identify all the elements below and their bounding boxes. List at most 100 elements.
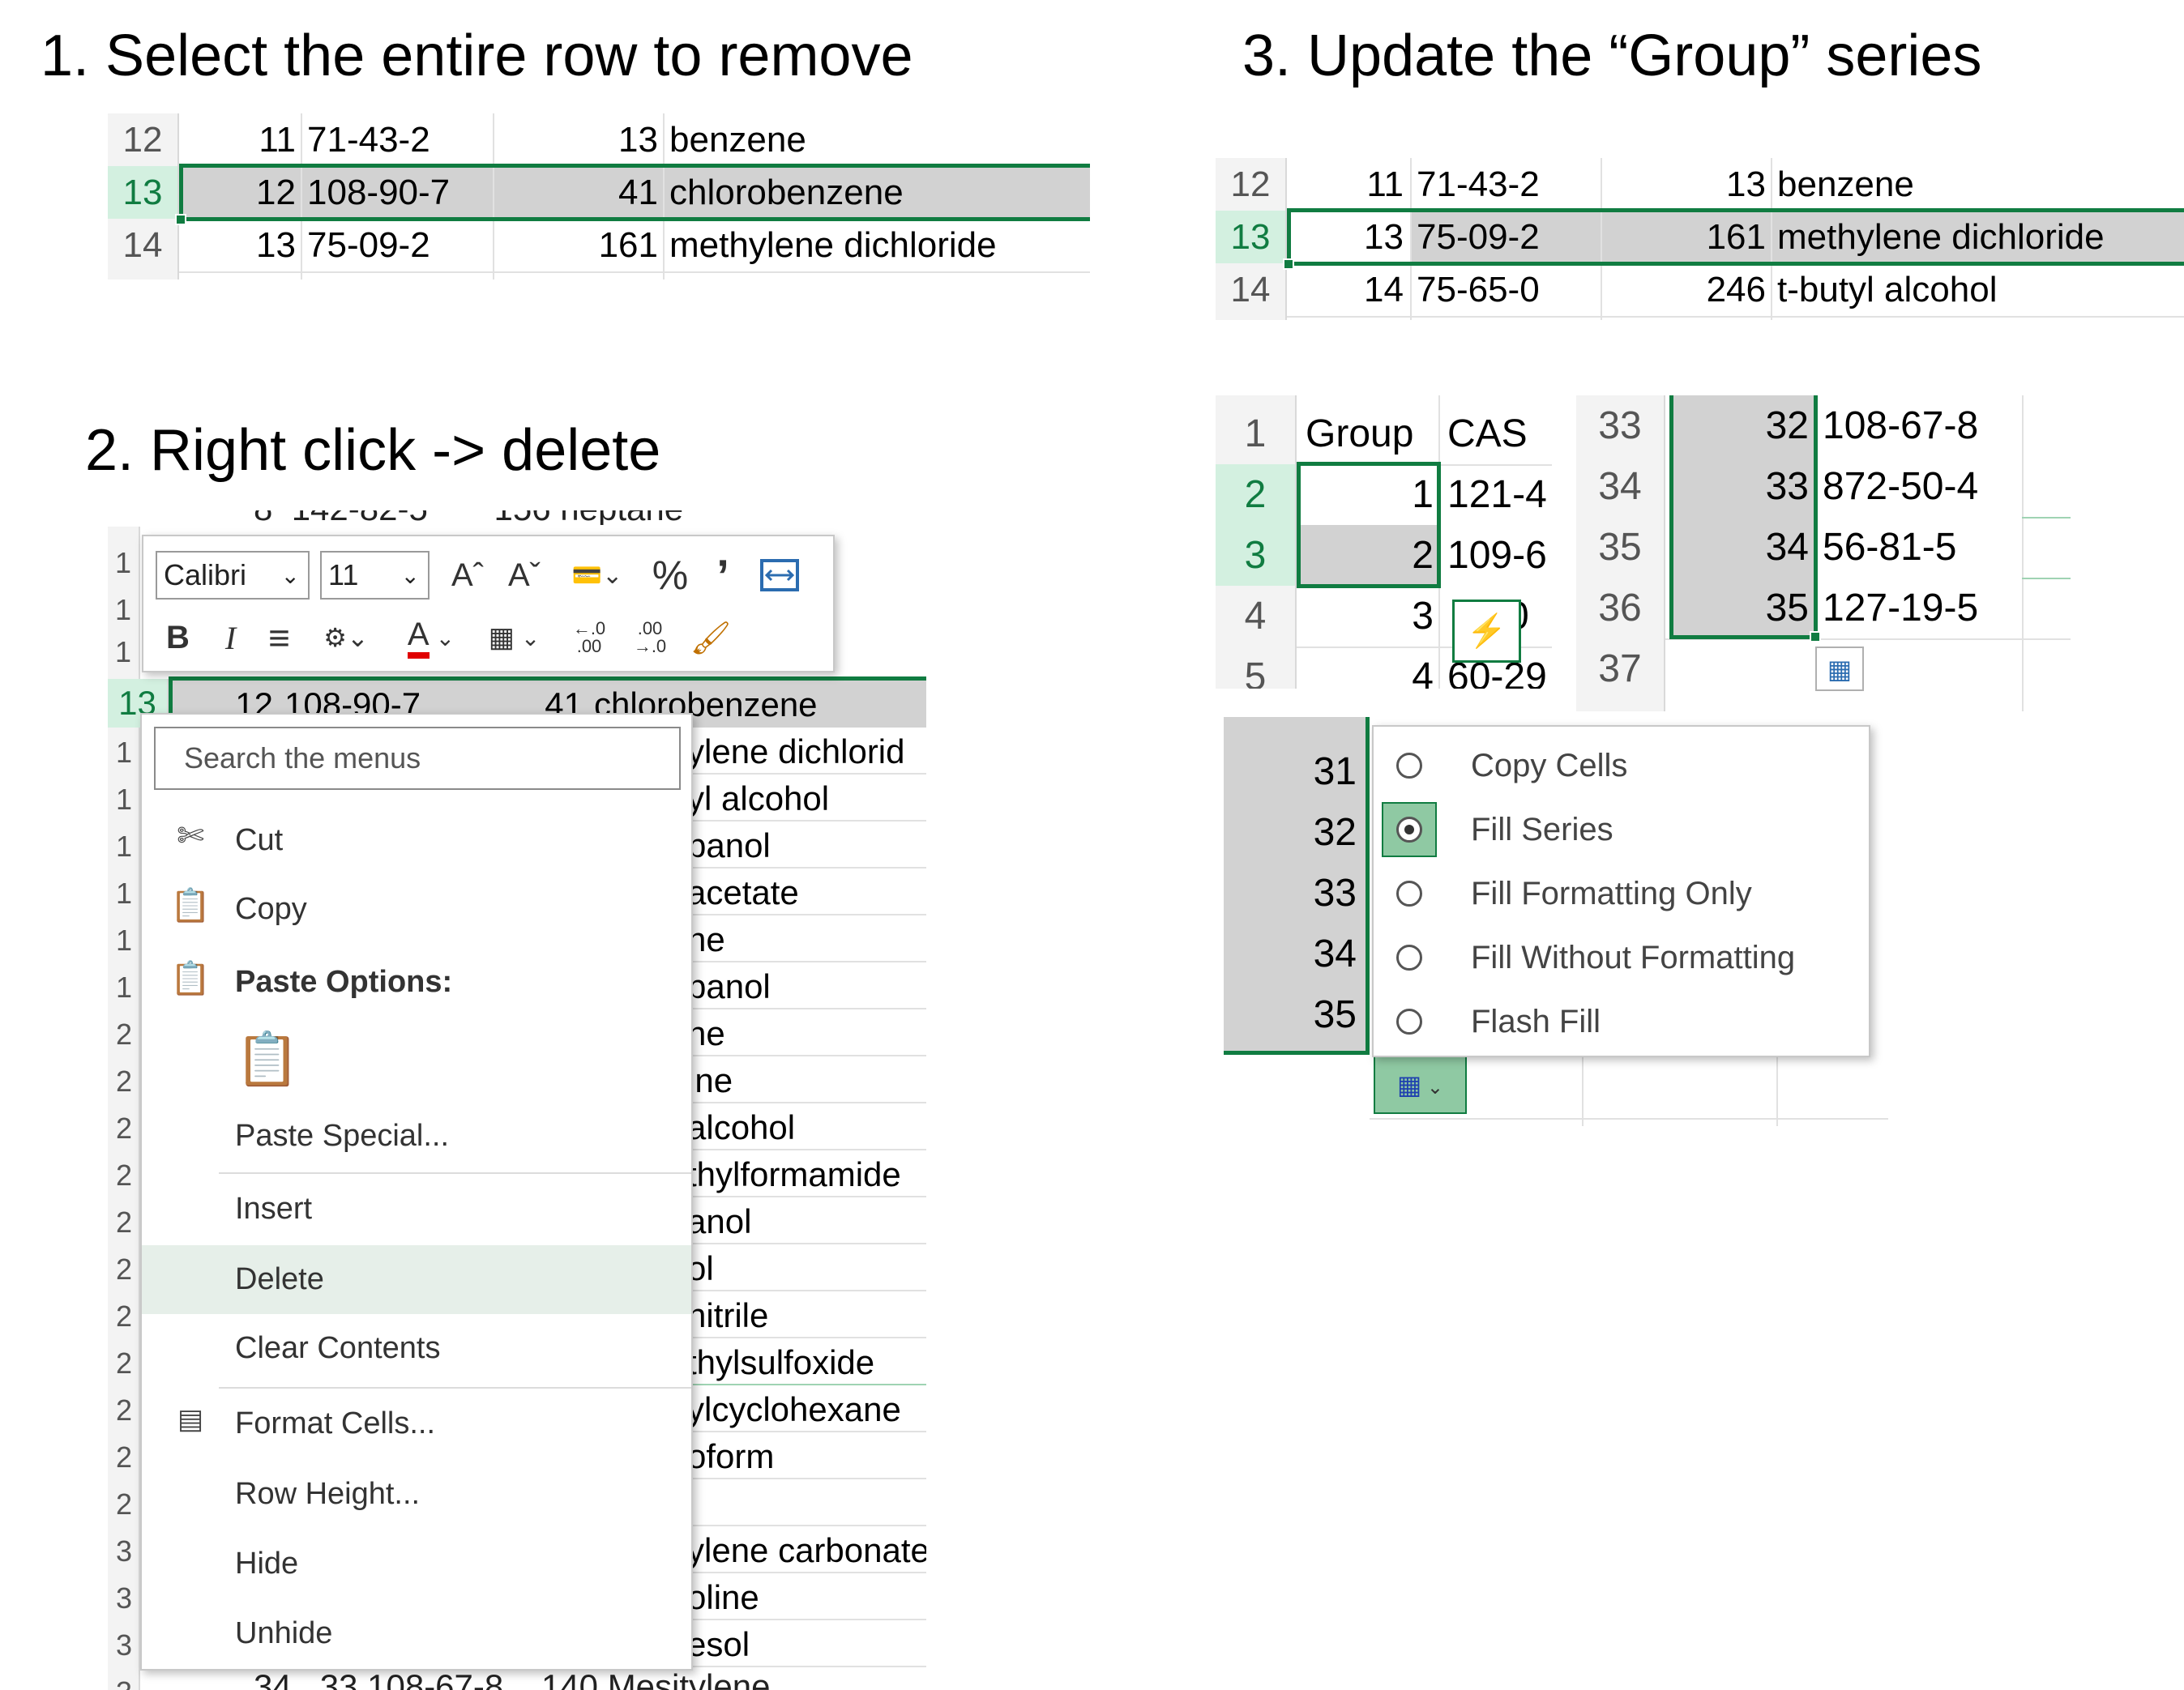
- row-header[interactable]: 1: [108, 870, 140, 917]
- row-height-item[interactable]: Row Height...: [142, 1470, 691, 1518]
- cell[interactable]: 71-43-2: [302, 113, 493, 166]
- cell[interactable]: 13: [1602, 158, 1771, 211]
- cell[interactable]: 246: [1602, 263, 1771, 316]
- unhide-item[interactable]: Unhide: [142, 1609, 691, 1658]
- cell-name-partial[interactable]: panol: [687, 823, 926, 868]
- cell[interactable]: 11: [1287, 158, 1408, 211]
- fill-handle[interactable]: [1810, 631, 1821, 642]
- row-header[interactable]: 3: [108, 1528, 140, 1575]
- search-menus-input[interactable]: Search the menus: [154, 727, 681, 790]
- row-header[interactable]: 12: [108, 113, 179, 166]
- copy-item[interactable]: 📋 Copy: [142, 885, 691, 933]
- row-header[interactable]: 34: [1576, 456, 1665, 517]
- font-color-icon[interactable]: A ⌄: [391, 613, 472, 662]
- decrease-decimal-icon[interactable]: .00 →.0: [622, 613, 678, 662]
- cell[interactable]: 109-6: [1442, 525, 1552, 586]
- row-header[interactable]: 1: [108, 729, 140, 776]
- cell[interactable]: 872-50-4: [1818, 456, 2022, 517]
- row-header[interactable]: 1: [108, 823, 140, 870]
- borders-icon[interactable]: ▦ ⌄: [476, 613, 553, 662]
- cell[interactable]: 11: [179, 113, 301, 166]
- row-header[interactable]: 4: [1216, 586, 1297, 647]
- cell[interactable]: 127-19-5: [1818, 578, 2022, 638]
- insert-item[interactable]: Insert: [142, 1184, 691, 1233]
- column-header-group[interactable]: Group: [1301, 403, 1438, 464]
- cell[interactable]: 121-4: [1442, 464, 1552, 525]
- row-header[interactable]: 2: [108, 1434, 140, 1481]
- cell-name-partial[interactable]: ne: [687, 917, 926, 962]
- cell[interactable]: methylene dichloride: [665, 219, 1086, 271]
- accounting-format-icon[interactable]: 💳⌄: [561, 551, 634, 600]
- row-header[interactable]: 37: [1576, 638, 1665, 699]
- cell-name-partial[interactable]: panol: [687, 964, 926, 1009]
- row-header[interactable]: 1: [108, 964, 140, 1011]
- cell-name-partial[interactable]: [687, 1481, 926, 1526]
- row-header[interactable]: 1: [1216, 403, 1297, 464]
- auto-fill-options-button[interactable]: ▦ ⌄: [1374, 1056, 1467, 1114]
- radio-icon[interactable]: [1396, 753, 1422, 779]
- merge-center-icon[interactable]: [755, 551, 804, 600]
- row-header[interactable]: 3: [108, 1575, 140, 1622]
- autofill-option[interactable]: Fill Formatting Only: [1374, 864, 1872, 923]
- cell[interactable]: 108-67-8: [1818, 395, 2022, 456]
- cell[interactable]: 33: [1669, 456, 1814, 517]
- italic-icon[interactable]: I: [208, 613, 253, 662]
- row-header[interactable]: 2: [108, 1481, 140, 1528]
- cell[interactable]: [1669, 638, 1814, 699]
- cell-name-partial[interactable]: acetate: [687, 870, 926, 915]
- autofill-option[interactable]: Copy Cells: [1374, 736, 1872, 795]
- cell-name-partial[interactable]: alcohol: [687, 1105, 926, 1150]
- row-header[interactable]: 2: [108, 1011, 140, 1058]
- cell-name-partial[interactable]: yl alcohol: [687, 776, 926, 822]
- cell-name-partial[interactable]: thylformamide: [687, 1152, 926, 1197]
- radio-icon[interactable]: [1396, 945, 1422, 971]
- autofill-option[interactable]: Flash Fill: [1374, 992, 1872, 1051]
- cell[interactable]: 31: [1224, 741, 1361, 802]
- row-header[interactable]: 1: [108, 632, 140, 672]
- cell[interactable]: 161: [494, 219, 663, 271]
- radio-icon[interactable]: [1396, 881, 1422, 907]
- quick-analysis-icon[interactable]: ⚡: [1452, 600, 1521, 663]
- row-header[interactable]: 35: [1576, 517, 1665, 578]
- cell[interactable]: 4: [1299, 647, 1438, 689]
- row-header-selected[interactable]: 13: [1216, 211, 1287, 263]
- row-header[interactable]: 5: [1216, 647, 1297, 689]
- row-header[interactable]: 1: [108, 776, 140, 823]
- row-header[interactable]: 2: [108, 1199, 140, 1246]
- paste-special-item[interactable]: Paste Special...: [142, 1112, 691, 1160]
- fill-handle[interactable]: [1283, 258, 1294, 270]
- cell[interactable]: 32: [1224, 802, 1361, 863]
- font-name-dropdown[interactable]: Calibri ⌄: [156, 551, 310, 600]
- cell[interactable]: 14: [1287, 263, 1408, 316]
- autofill-option[interactable]: Fill Without Formatting: [1374, 928, 1872, 987]
- row-header[interactable]: 2: [108, 1246, 140, 1293]
- cell[interactable]: 75-09-2: [302, 219, 493, 271]
- cell[interactable]: 34: [1669, 517, 1814, 578]
- row-header[interactable]: 3: [108, 1669, 140, 1690]
- row-header[interactable]: 1: [108, 590, 140, 630]
- row-header[interactable]: 2: [108, 1340, 140, 1387]
- cell[interactable]: 71-43-2: [1412, 158, 1601, 211]
- radio-icon[interactable]: [1396, 1009, 1422, 1035]
- row-header[interactable]: 2: [108, 1152, 140, 1199]
- row-header[interactable]: 2: [108, 1105, 140, 1152]
- paste-clipboard-icon[interactable]: 📋: [235, 1026, 300, 1091]
- cell[interactable]: 35: [1669, 578, 1814, 638]
- row-header[interactable]: 3: [108, 1622, 140, 1669]
- cell-name-partial[interactable]: ylcyclohexane: [687, 1387, 926, 1432]
- row-header[interactable]: 12: [1216, 158, 1287, 211]
- cell[interactable]: t-butyl alcohol: [1772, 263, 2184, 316]
- row-header[interactable]: 1: [108, 543, 140, 583]
- autofill-option[interactable]: Fill Series: [1374, 800, 1872, 859]
- row-header-selected[interactable]: 2: [1216, 464, 1297, 525]
- cell[interactable]: 33: [1224, 863, 1361, 924]
- row-header-selected[interactable]: 13: [108, 166, 179, 219]
- cell-name-partial[interactable]: thylsulfoxide: [687, 1340, 926, 1385]
- cut-item[interactable]: ✄ Cut: [142, 816, 691, 864]
- comma-style-icon[interactable]: ’: [703, 550, 743, 601]
- cell[interactable]: 35: [1224, 984, 1361, 1045]
- row-header[interactable]: 2: [108, 1387, 140, 1434]
- radio-selected-icon[interactable]: [1396, 817, 1422, 843]
- row-header[interactable]: 33: [1576, 395, 1665, 456]
- delete-item[interactable]: Delete: [142, 1245, 691, 1314]
